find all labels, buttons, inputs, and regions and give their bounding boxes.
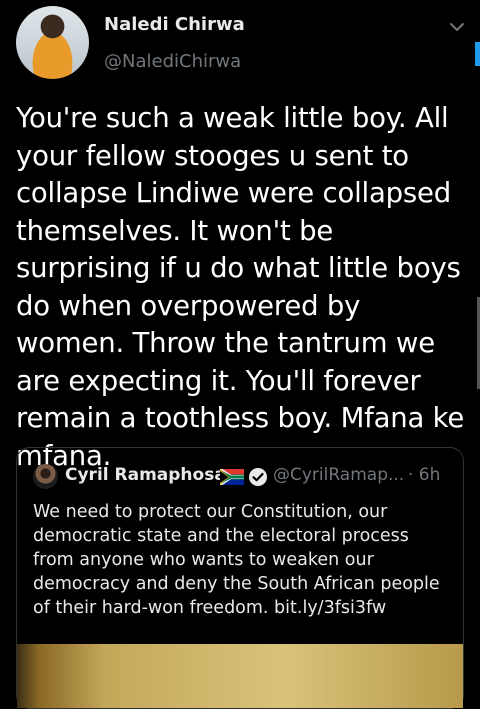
- quoted-author-display-name[interactable]: Cyril Ramaphosa: [65, 465, 226, 485]
- verified-badge-icon: [249, 468, 267, 486]
- author-display-name[interactable]: Naledi Chirwa: [104, 14, 245, 35]
- quoted-author-avatar[interactable]: [33, 464, 58, 489]
- chevron-down-icon[interactable]: [446, 16, 468, 38]
- tweet-text: You're such a weak little boy. All your …: [16, 102, 465, 472]
- quoted-tweet-text: We need to protect our Constitution, our…: [33, 502, 440, 618]
- accent-bar: [475, 42, 480, 66]
- quoted-tweet[interactable]: Cyril Ramaphosa @CyrilRamap... · 6h We n…: [16, 447, 464, 709]
- author-avatar[interactable]: [16, 6, 89, 79]
- quoted-tweet-timestamp[interactable]: · 6h: [408, 465, 440, 485]
- quoted-tweet-media[interactable]: [17, 644, 463, 708]
- south-africa-flag-icon: [220, 469, 244, 485]
- quoted-author-handle[interactable]: @CyrilRamap...: [273, 465, 404, 485]
- author-handle[interactable]: @NalediChirwa: [104, 51, 241, 72]
